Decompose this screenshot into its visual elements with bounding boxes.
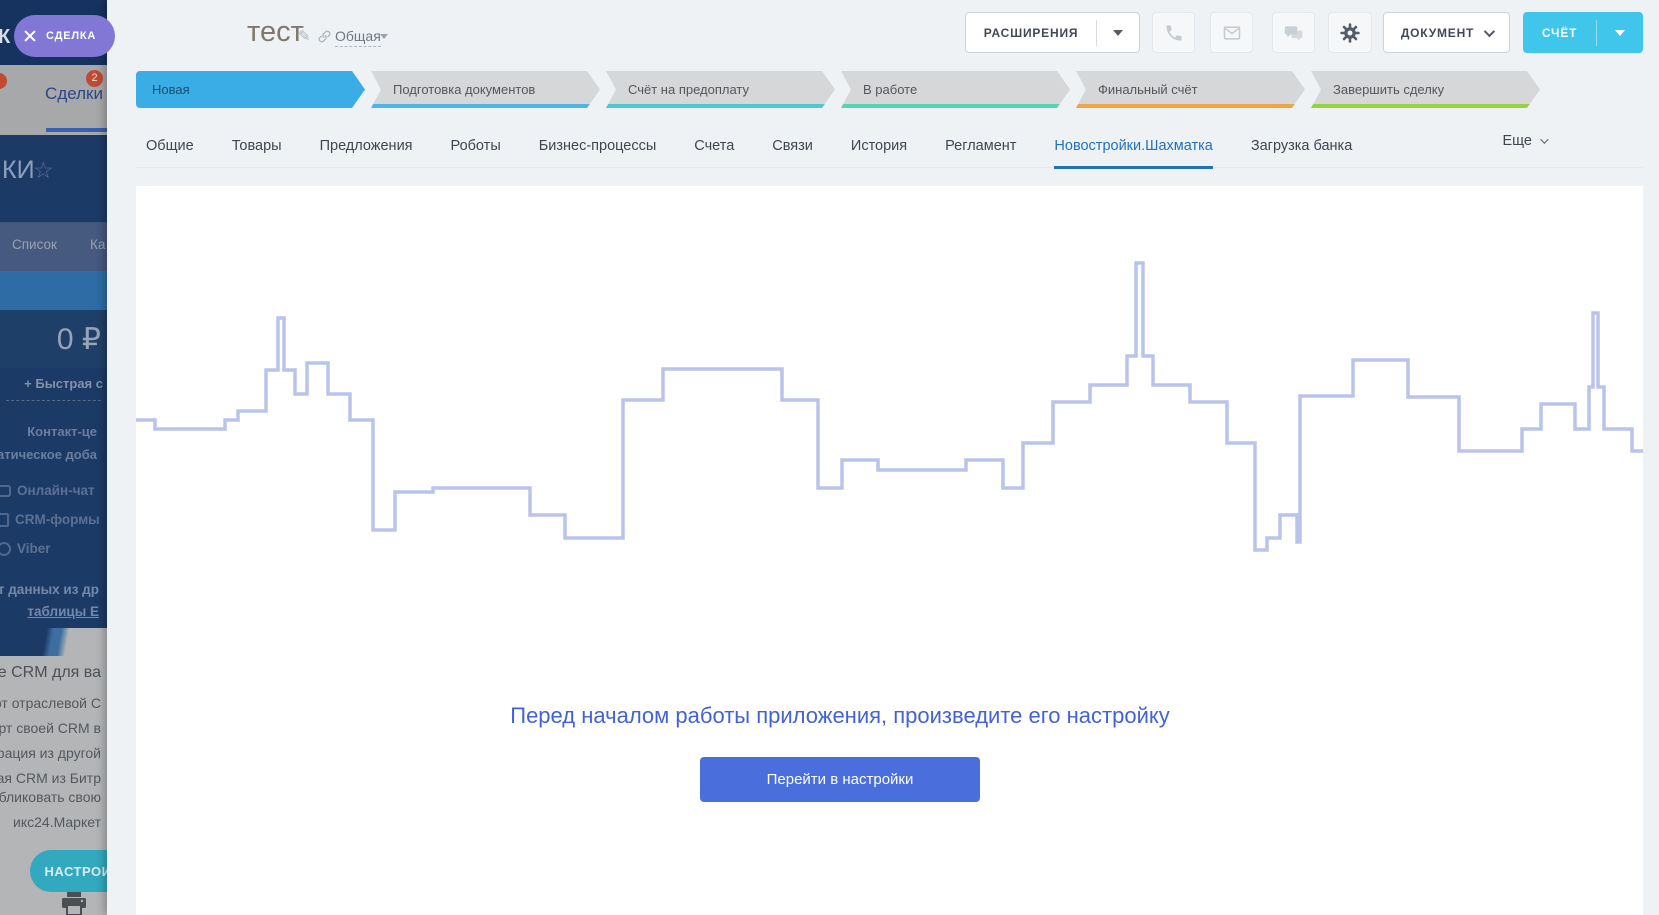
copy-link-icon[interactable] [317,29,332,49]
configure-button[interactable]: НАСТРОИ [30,850,107,892]
tab-more[interactable]: Еще [1502,133,1546,149]
import-table-link[interactable]: таблицы E [27,604,99,619]
crm-market-line[interactable]: икс24.Маркет [0,814,101,830]
tab[interactable]: Новостройки.Шахматка [1054,125,1212,168]
background-page-strip: К Сделки 2 КИ ☆ Список Ка 0 ₽ + Быстрая … [0,0,107,915]
crm-market-line[interactable]: вые CRM для ва [0,664,101,682]
channel-item[interactable]: Viber [0,534,100,563]
stage-filter-band [0,271,107,310]
close-pill-label: СДЕЛКА [46,30,96,42]
stage-label: Новая [152,82,190,97]
chat-bubbles-icon [1284,23,1304,43]
stage-color-strip [1311,104,1540,108]
settings-button[interactable] [1328,12,1372,53]
stage-label: Завершить сделку [1333,82,1444,97]
deal-stage[interactable]: В работе [841,71,1070,108]
chevron-down-icon [380,34,388,39]
funnel-selector[interactable]: Общая [335,28,381,47]
menu-item-deals[interactable]: Сделки [45,84,103,104]
channel-label: Viber [17,541,51,556]
close-icon[interactable] [23,29,37,43]
document-button[interactable]: ДОКУМЕНТ [1383,12,1510,53]
stage-label: В работе [863,82,917,97]
deals-total-amount: 0 ₽ [57,322,101,357]
crm-market-lines: вые CRM для ва орт отраслевой С орт своей … [0,664,101,839]
chat-button[interactable] [1272,12,1315,53]
favorite-star-icon[interactable]: ☆ [33,157,54,184]
deal-tabs: Общие Товары Предложения Роботы Бизнес-проце… [136,125,1643,168]
tab[interactable]: Регламент [945,125,1016,168]
tab[interactable]: Товары [232,125,282,168]
setup-message: Перед началом работы приложения, произве… [510,703,1169,729]
mail-button[interactable] [1210,12,1253,53]
crm-market-line[interactable]: рация из другой [0,745,101,761]
crm-form-icon [0,513,9,527]
contact-center-line: матическое доба [0,447,97,462]
deal-stage[interactable]: Подготовка документов [371,71,600,108]
dashed-divider [6,400,101,401]
background-page-title-fragment: КИ [2,156,35,185]
view-tab-list[interactable]: Список [12,237,57,252]
deal-stage-bar: Новая Подготовка документов Счёт на пред… [136,71,1540,108]
channel-list: Онлайн-чат CRM-формы Viber [0,476,100,563]
deal-stage[interactable]: Счёт на предоплату [606,71,835,108]
quick-deal-link[interactable]: + Быстрая с [24,376,103,391]
crm-market-line[interactable]: бликовать свою [0,789,101,805]
stage-color-strip [1076,104,1305,108]
channel-item[interactable]: CRM-формы [0,505,100,534]
tab[interactable]: Общие [146,125,194,168]
extensions-button[interactable]: РАСШИРЕНИЯ [965,12,1140,53]
tab[interactable]: Бизнес-процессы [539,125,657,168]
app-content: Перед началом работы приложения, произве… [136,186,1643,915]
deal-stage[interactable]: Завершить сделку [1311,71,1540,108]
chevron-down-icon [1484,25,1495,36]
tab[interactable]: Роботы [451,125,501,168]
viber-icon [0,542,11,556]
mail-icon [1222,23,1242,43]
skyline-line [136,263,1643,550]
phone-icon [1164,23,1184,43]
deal-title[interactable]: тест [247,16,304,49]
tab[interactable]: Счета [694,125,734,168]
channel-label: Онлайн-чат [17,483,95,498]
invoice-button[interactable]: СЧЁТ [1523,12,1643,53]
channel-item[interactable]: Онлайн-чат [0,476,100,505]
chevron-down-icon[interactable] [1113,30,1123,36]
stage-label: Финальный счёт [1098,82,1198,97]
stage-color-strip [606,104,835,108]
deal-stage[interactable]: Финальный счёт [1076,71,1305,108]
deal-slider-panel: тест ✎ Общая РАСШИРЕНИЯ [107,0,1659,915]
stage-label: Счёт на предоплату [628,82,749,97]
background-letter-fragment: К [0,26,10,49]
tab[interactable]: История [851,125,907,168]
chevron-down-icon[interactable] [1615,30,1625,36]
stage-label: Подготовка документов [393,82,535,97]
tab[interactable]: Предложения [320,125,413,168]
edit-title-icon[interactable]: ✎ [298,27,311,45]
tab[interactable]: Загрузка банка [1251,125,1352,168]
crm-market-line[interactable]: орт своей CRM в [0,720,101,736]
gear-icon [1339,22,1361,44]
contact-center-line: Контакт-це [27,424,97,439]
printer-icon[interactable] [60,892,88,915]
stage-color-strip [371,104,600,108]
deals-count-badge: 2 [86,70,103,87]
crm-market-line[interactable]: вая CRM из Битр [0,770,101,786]
view-tab-kanban-fragment[interactable]: Ка [90,237,105,252]
active-menu-underline [46,128,107,132]
crm-market-line[interactable]: орт отраслевой С [0,695,101,711]
import-data-line: орт данных из др [0,582,99,597]
go-to-settings-button[interactable]: Перейти в настройки [700,757,980,802]
section-transition [0,628,107,658]
phone-button[interactable] [1152,12,1195,53]
tab[interactable]: Связи [772,125,813,168]
stage-color-strip [841,104,1070,108]
chat-bubble-icon [0,485,11,497]
crm-market-section: вые CRM для ва орт отраслевой С орт своей … [0,656,107,915]
close-slider-pill[interactable]: СДЕЛКА [14,15,115,57]
channel-label: CRM-формы [15,512,100,527]
deal-stage[interactable]: Новая [136,71,365,108]
